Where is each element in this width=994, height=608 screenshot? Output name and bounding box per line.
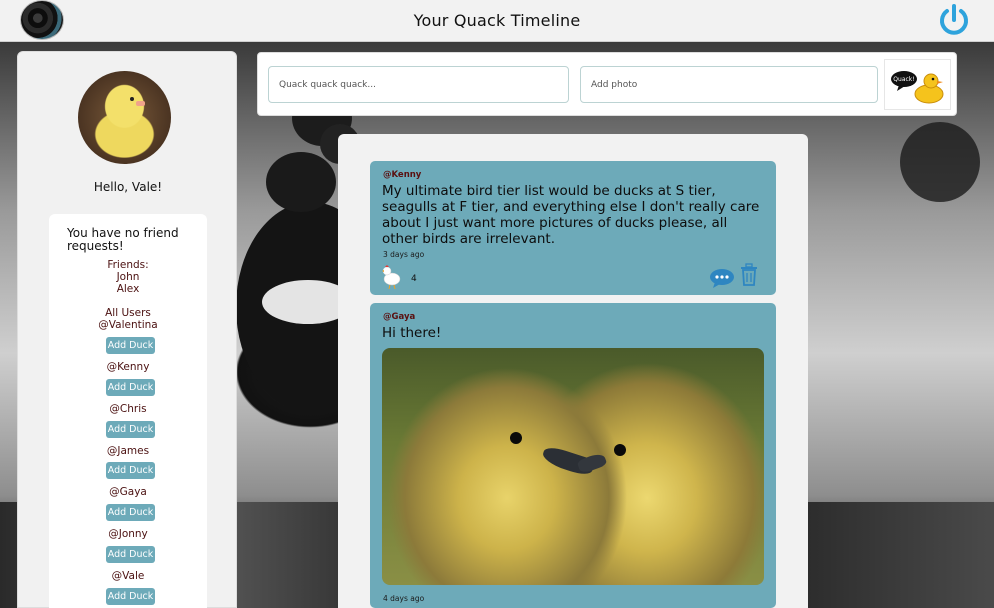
- quack-composer: Quack!: [257, 52, 957, 116]
- app-header: Your Quack Timeline: [0, 0, 994, 42]
- add-duck-button[interactable]: Add Duck: [106, 337, 155, 354]
- power-icon: [940, 4, 968, 35]
- add-duck-button[interactable]: Add Duck: [106, 421, 155, 438]
- greeting: Hello, Vale!: [93, 180, 163, 194]
- like-button[interactable]: [380, 265, 402, 290]
- photo-url-input[interactable]: [580, 66, 878, 103]
- user-handle: @Jonny: [108, 528, 148, 540]
- duck-quack-icon: Quack!: [891, 71, 944, 104]
- friends-label: Friends:: [107, 259, 149, 271]
- post-author[interactable]: @Kenny: [383, 170, 421, 180]
- post-card: @Gaya Hi there! 4 days ago: [370, 303, 776, 608]
- add-duck-button[interactable]: Add Duck: [106, 462, 155, 479]
- speech-bubble-icon: [710, 269, 734, 288]
- post-photo: [382, 348, 764, 585]
- post-author[interactable]: @Gaya: [383, 312, 415, 322]
- profile-avatar: [78, 71, 171, 164]
- trash-icon: [741, 263, 757, 286]
- friend-name: John: [116, 271, 140, 283]
- chicken-icon: [382, 265, 401, 290]
- post-text: Hi there!: [382, 325, 442, 341]
- post-timestamp: 3 days ago: [383, 250, 425, 259]
- quack-bubble-text: Quack!: [893, 76, 914, 83]
- add-duck-button[interactable]: Add Duck: [106, 379, 155, 396]
- friend-requests-status: You have no friend requests!: [67, 226, 179, 253]
- delete-button[interactable]: [738, 263, 760, 287]
- user-handle: @Vale: [111, 570, 145, 582]
- add-duck-button[interactable]: Add Duck: [106, 588, 155, 605]
- user-handle: @Kenny: [106, 361, 150, 373]
- quack-text-input[interactable]: [268, 66, 569, 103]
- like-count: 4: [411, 274, 417, 284]
- user-handle: @Gaya: [109, 486, 147, 498]
- user-handle: @Valentina: [98, 319, 158, 331]
- all-users-label: All Users: [105, 307, 151, 319]
- add-duck-button[interactable]: Add Duck: [106, 546, 155, 563]
- friends-panel: You have no friend requests! Friends: Jo…: [49, 214, 207, 608]
- post-timestamp: 4 days ago: [383, 594, 425, 603]
- friend-name: Alex: [116, 283, 140, 295]
- user-handle: @Chris: [109, 403, 147, 415]
- comment-button[interactable]: [709, 267, 735, 289]
- add-duck-button[interactable]: Add Duck: [106, 504, 155, 521]
- timeline-feed: @Kenny My ultimate bird tier list would …: [338, 134, 808, 608]
- profile-sidebar: Hello, Vale! You have no friend requests…: [17, 51, 237, 608]
- post-quack-button[interactable]: Quack!: [884, 59, 951, 110]
- post-text: My ultimate bird tier list would be duck…: [382, 183, 760, 247]
- page-title: Your Quack Timeline: [413, 11, 581, 30]
- header-avatar[interactable]: [20, 0, 64, 40]
- user-handle: @James: [106, 445, 150, 457]
- logout-button[interactable]: [936, 2, 972, 38]
- post-card: @Kenny My ultimate bird tier list would …: [370, 161, 776, 295]
